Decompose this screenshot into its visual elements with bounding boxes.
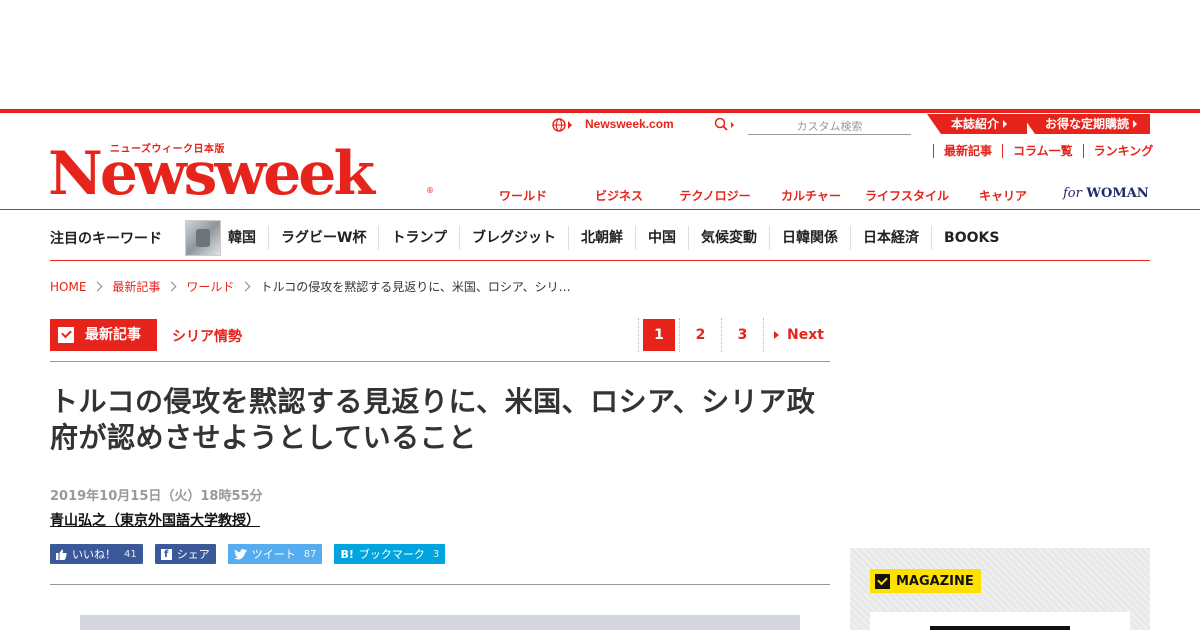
keyword-item[interactable]: 韓国 [228,226,268,250]
next-page-button[interactable]: Next [764,318,824,352]
headline-divider [50,361,830,362]
article-author[interactable]: 青山弘之（東京外国語大学教授） [50,510,260,530]
article-image [80,615,800,630]
page-number: 1 [643,319,675,351]
keyword-item[interactable]: ラグビーW杯 [268,226,378,250]
tab-about-magazine[interactable]: 本誌紹介 [927,114,1027,134]
search-icon[interactable] [714,117,734,133]
arrow-right-icon [1003,120,1008,128]
registered-mark: ® [426,186,434,195]
nav-world[interactable]: ワールド [475,187,571,204]
tweet-button[interactable]: ツイート 87 [227,544,323,564]
page-1-button[interactable]: 1 [638,318,680,352]
breadcrumb-latest[interactable]: 最新記事 [112,278,160,295]
nav-divider [0,209,1200,210]
page-3-button[interactable]: 3 [722,318,764,352]
chevron-right-icon [166,281,177,292]
nav-career[interactable]: キャリア [955,187,1051,204]
category-badge-label: 最新記事 [85,327,141,343]
category-badge[interactable]: 最新記事 [50,319,157,351]
keyword-item[interactable]: トランプ [378,226,459,250]
keyword-bar-title: 注目のキーワード [50,231,162,247]
twitter-icon [233,548,247,559]
for-woman-label: WOMAN [1086,186,1149,201]
facebook-icon: f [160,548,172,560]
pagination: 1 2 3 Next [638,318,824,352]
nav-for-woman[interactable]: for WOMAN [1063,186,1149,201]
article-headline: トルコの侵攻を黙認する見返りに、米国、ロシア、シリア政府が認めさせようとしている… [50,385,816,454]
keyword-divider [50,260,1150,261]
tweet-count: 87 [303,548,317,560]
keyword-item[interactable]: 日韓関係 [769,226,850,250]
subcategory-link[interactable]: シリア情勢 [172,326,242,346]
search-input[interactable]: カスタム検索 [748,116,911,135]
bookmark-label: ブックマーク [358,548,425,561]
arrow-right-icon [774,331,779,339]
page-number: 2 [695,327,706,343]
thumbs-up-icon [56,549,67,560]
facebook-like-button[interactable]: いいね！ 41 [50,544,143,564]
keyword-bar: 注目のキーワード 韓国 ラグビーW杯 トランプ ブレグジット 北朝鮮 中国 気候… [50,218,1150,258]
arrow-right-icon [1133,120,1138,128]
sub-links: 最新記事 コラム一覧 ランキング [933,144,1153,158]
newsweek-logo[interactable]: ニューズウィーク日本版 Newsweek ® [48,139,435,209]
link-column-list[interactable]: コラム一覧 [1002,144,1083,158]
share-label: シェア [176,548,210,561]
page-2-button[interactable]: 2 [680,318,722,352]
next-label: Next [787,327,824,343]
tweet-label: ツイート [251,548,296,561]
facebook-share-button[interactable]: f シェア [154,544,216,564]
tab-subscription-label: お得な定期購読 [1045,117,1130,131]
nav-lifestyle[interactable]: ライフスタイル [859,187,955,204]
category-nav: ワールド ビジネス テクノロジー カルチャー ライフスタイル キャリア [475,187,1051,204]
nav-business[interactable]: ビジネス [571,187,667,204]
keyword-thumbnail[interactable] [185,220,221,256]
breadcrumb-home[interactable]: HOME [50,280,86,294]
hatena-icon: B! [340,547,354,561]
magazine-label: MAGAZINE [870,569,981,593]
keyword-item[interactable]: 中国 [635,226,688,250]
nav-technology[interactable]: テクノロジー [667,187,763,204]
breadcrumb-current: トルコの侵攻を黙認する見返りに、米国、ロシア、シリ… [260,280,571,294]
bookmark-count: 3 [432,548,440,560]
tab-about-label: 本誌紹介 [951,117,1000,131]
magazine-label-text: MAGAZINE [896,573,974,589]
check-icon [875,573,890,589]
like-label: いいね！ [72,548,116,561]
tab-subscription[interactable]: お得な定期購読 [1021,114,1150,134]
keyword-item[interactable]: 北朝鮮 [568,226,635,250]
hatena-bookmark-button[interactable]: B! ブックマーク 3 [334,544,446,564]
nav-culture[interactable]: カルチャー [763,187,859,204]
top-red-rule [0,109,1200,113]
breadcrumb: HOME 最新記事 ワールド トルコの侵攻を黙認する見返りに、米国、ロシア、シリ… [50,278,571,295]
keyword-item[interactable]: 気候変動 [688,226,769,250]
globe-icon [552,118,566,132]
keyword-item[interactable]: BOOKS [931,226,1011,250]
like-count: 41 [124,548,137,560]
check-icon [58,327,74,343]
social-divider [50,584,830,585]
chevron-right-icon [92,281,103,292]
newsweek-com-link[interactable]: Newsweek.com [585,117,674,131]
breadcrumb-world[interactable]: ワールド [186,278,234,295]
keyword-item[interactable]: ブレグジット [459,226,568,250]
link-latest-articles[interactable]: 最新記事 [933,144,1002,158]
article-date: 2019年10月15日（火）18時55分 [50,489,263,504]
keyword-item[interactable]: 日本経済 [850,226,931,250]
site-link-arrow-icon [568,121,572,129]
page-number: 3 [737,327,748,343]
social-buttons: いいね！ 41 f シェア ツイート 87 B! ブックマーク 3 [50,544,457,564]
link-ranking[interactable]: ランキング [1082,144,1153,158]
magazine-cover-card[interactable] [870,612,1130,630]
chevron-right-icon [240,281,251,292]
logo-wordmark: Newsweek [48,139,375,209]
for-woman-prefix: for [1063,186,1082,201]
